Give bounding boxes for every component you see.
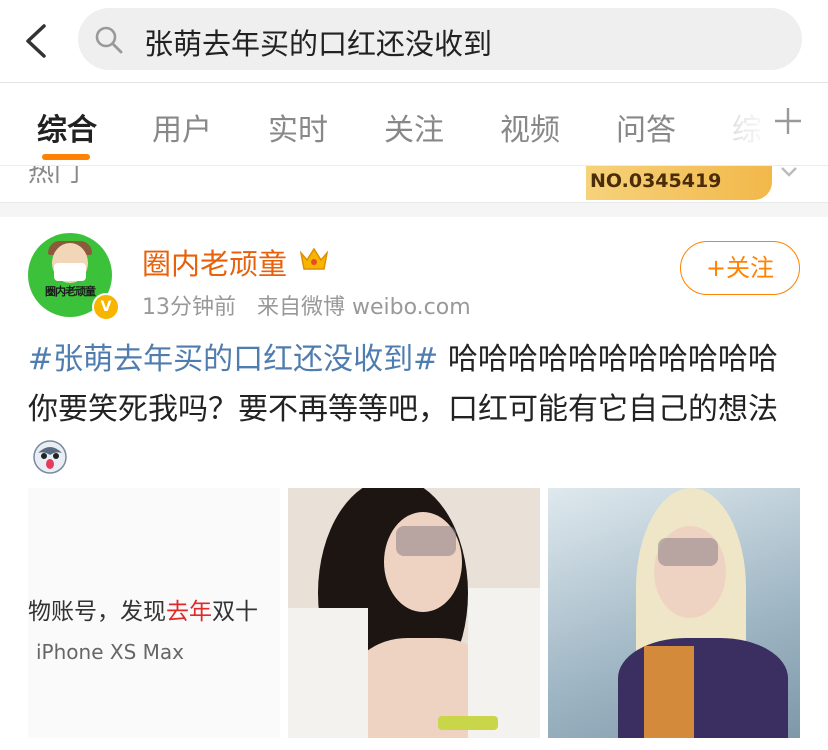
username[interactable]: 圈内老顽童: [142, 241, 287, 283]
tab-video[interactable]: 视频: [500, 105, 560, 149]
active-tab-indicator: [42, 154, 90, 160]
blurred-face: [396, 526, 456, 556]
husky-emoji-icon: [33, 440, 67, 474]
post-source[interactable]: 来自微博 weibo.com: [257, 295, 471, 320]
chevron-down-icon[interactable]: [778, 166, 800, 182]
tab-realtime[interactable]: 实时: [268, 105, 328, 149]
tab-bar: 综合 用户 实时 关注 视频 问答 综: [0, 83, 828, 166]
topic-link[interactable]: #张萌去年买的口红还没收到#: [28, 342, 438, 377]
image-text-line: 物账号，发现去年双十: [28, 599, 258, 625]
tab-all[interactable]: 综合: [37, 105, 97, 149]
follow-button[interactable]: +关注: [680, 241, 800, 295]
hot-strip: 热门 NO.0345419: [0, 166, 828, 203]
search-icon: [95, 26, 123, 54]
search-query-text: 张萌去年买的口红还没收到: [144, 27, 493, 61]
hot-label: 热门: [28, 166, 81, 188]
post-image-2[interactable]: [288, 488, 540, 738]
tab-fade: [718, 84, 770, 164]
post-image-1[interactable]: 物账号，发现去年双十 iPhone XS Max: [28, 488, 280, 738]
post-time: 13分钟前: [142, 295, 236, 320]
image-device-text: iPhone XS Max: [36, 640, 184, 664]
post-meta: 13分钟前 来自微博 weibo.com: [142, 289, 471, 321]
avatar-mask: [54, 263, 86, 281]
post-content: #张萌去年买的口红还没收到# 哈哈哈哈哈哈哈哈哈哈哈你要笑死我吗？要不再等等吧，…: [28, 335, 804, 485]
tab-qa[interactable]: 问答: [616, 105, 676, 149]
back-arrow-icon[interactable]: [22, 22, 52, 60]
separator: [0, 203, 828, 217]
add-channel-icon[interactable]: [772, 105, 804, 137]
tab-users[interactable]: 用户: [152, 105, 212, 149]
blurred-face: [658, 538, 718, 566]
verified-badge-icon: V: [92, 293, 120, 321]
rank-banner[interactable]: NO.0345419: [586, 166, 772, 200]
weibo-post: 圈内老顽童 V 圈内老顽童 13分钟前 来自微博 weibo.com +关注 #…: [0, 217, 828, 750]
tab-following[interactable]: 关注: [384, 105, 444, 149]
vip-crown-icon[interactable]: [298, 243, 330, 275]
search-input[interactable]: 张萌去年买的口红还没收到: [78, 8, 802, 70]
top-bar: 张萌去年买的口红还没收到: [0, 0, 828, 83]
rank-number: NO.0345419: [590, 170, 722, 192]
post-image-3[interactable]: [548, 488, 800, 738]
